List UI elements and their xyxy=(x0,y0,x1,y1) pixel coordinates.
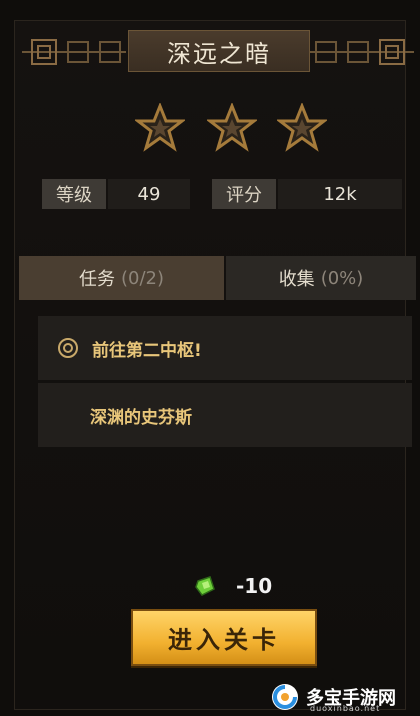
tab-tasks[interactable]: 任务 (0/2) xyxy=(19,256,224,300)
score-label: 评分 xyxy=(212,179,276,209)
level-label: 等级 xyxy=(42,179,106,209)
level-title: 深远之暗 xyxy=(128,30,310,72)
level-value: 49 xyxy=(108,179,190,209)
header-ornament-left xyxy=(22,39,126,65)
tab-collection-label: 收集 xyxy=(278,269,315,290)
energy-cost: -10 xyxy=(194,574,272,598)
cost-value: -10 xyxy=(236,574,273,598)
tab-collection-count: (0%) xyxy=(320,267,364,289)
header-ornament-right xyxy=(310,39,414,65)
enter-level-button[interactable]: 进入关卡 xyxy=(131,609,317,666)
task-text: 深渊的史芬斯 xyxy=(90,407,192,428)
gem-icon xyxy=(195,576,215,596)
star-empty-icon xyxy=(277,103,327,152)
watermark-subtext: duoxinbao.net xyxy=(310,704,381,713)
star-empty-icon xyxy=(207,103,257,152)
tab-collection[interactable]: 收集 (0%) xyxy=(226,256,416,300)
watermark-logo-icon xyxy=(272,684,298,710)
task-text: 前往第二中枢! xyxy=(92,340,202,361)
score-value: 12k xyxy=(278,179,402,209)
target-icon xyxy=(58,338,78,358)
task-item[interactable]: 深渊的史芬斯 xyxy=(38,383,412,447)
watermark: 多宝手游网 duoxinbao.net xyxy=(270,678,420,716)
star-empty-icon xyxy=(135,103,185,152)
tab-tasks-label: 任务 xyxy=(78,269,115,290)
star-rating xyxy=(135,103,335,153)
task-item[interactable]: 前往第二中枢! xyxy=(38,316,412,380)
tab-tasks-count: (0/2) xyxy=(120,267,164,289)
